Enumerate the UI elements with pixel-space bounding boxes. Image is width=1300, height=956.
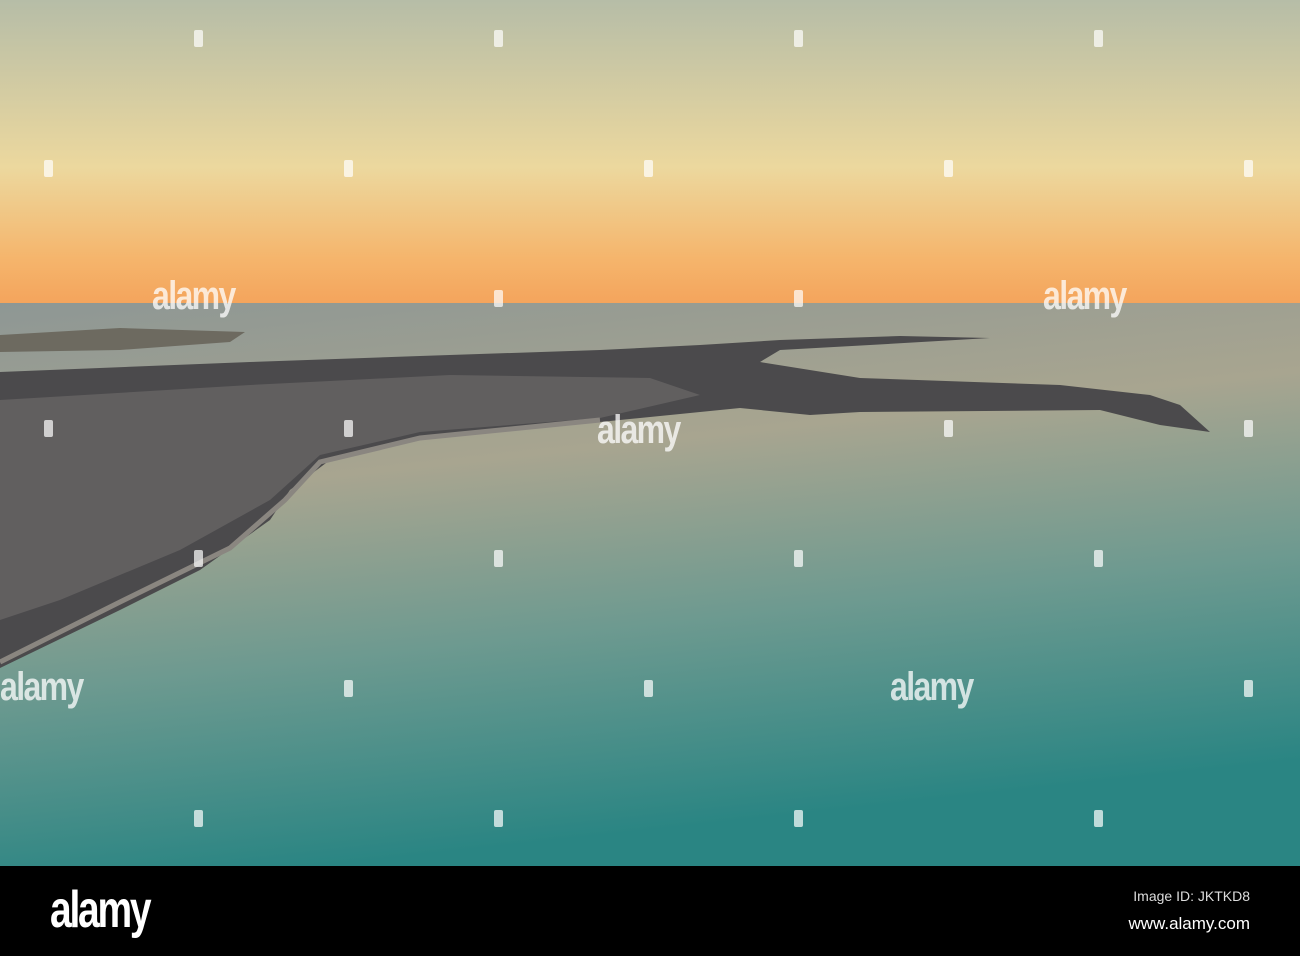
watermark-dot bbox=[794, 550, 803, 567]
watermark-dot bbox=[1094, 30, 1103, 47]
watermark-dot bbox=[1094, 810, 1103, 827]
alamy-logo: alamy bbox=[50, 881, 152, 939]
watermark-dot bbox=[1244, 160, 1253, 177]
watermark-dot bbox=[944, 420, 953, 437]
footer-bar: alamy Image ID: JKTKD8 www.alamy.com bbox=[0, 866, 1300, 956]
watermark-dot bbox=[194, 810, 203, 827]
watermark-dot bbox=[194, 550, 203, 567]
watermark-dot bbox=[194, 30, 203, 47]
watermark-dot bbox=[344, 680, 353, 697]
watermark-dot bbox=[1244, 680, 1253, 697]
watermark-dot bbox=[344, 160, 353, 177]
watermark-dot bbox=[944, 160, 953, 177]
watermark-dot bbox=[1244, 420, 1253, 437]
watermark: alamy bbox=[1043, 274, 1127, 318]
watermark: alamy bbox=[890, 665, 974, 709]
watermark-dot bbox=[344, 420, 353, 437]
image-id: Image ID: JKTKD8 bbox=[1133, 888, 1250, 904]
watermark-dot bbox=[794, 30, 803, 47]
watermark-dot bbox=[494, 550, 503, 567]
watermark-dot bbox=[644, 680, 653, 697]
watermark-dot bbox=[44, 420, 53, 437]
watermark: alamy bbox=[597, 408, 681, 452]
watermark-dot bbox=[44, 160, 53, 177]
watermark-dot bbox=[494, 30, 503, 47]
watermark-dot bbox=[494, 290, 503, 307]
watermark-dot bbox=[1094, 550, 1103, 567]
site-url: www.alamy.com bbox=[1128, 914, 1250, 933]
watermark-dot bbox=[794, 290, 803, 307]
watermark: alamy bbox=[0, 665, 84, 709]
watermark: alamy bbox=[152, 274, 236, 318]
watermark-dot bbox=[494, 810, 503, 827]
watermark-dot bbox=[794, 810, 803, 827]
watermark-dot bbox=[644, 160, 653, 177]
